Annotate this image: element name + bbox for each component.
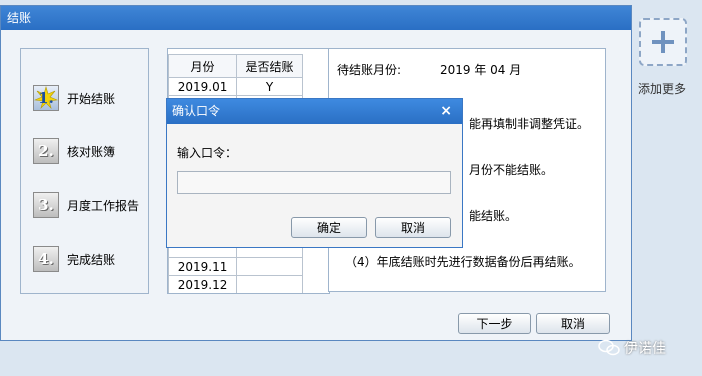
step-label: 核对账簿: [67, 144, 116, 159]
watermark-text: 伊诺佳: [624, 341, 666, 357]
password-input[interactable]: [177, 171, 451, 194]
closed-status-cell: [236, 275, 303, 293]
step-1-icon: 1.: [33, 85, 59, 111]
closed-status-cell: [236, 257, 303, 276]
step-start-closing: 1. 开始结账: [33, 84, 115, 112]
closed-status-cell: Y: [236, 77, 303, 96]
cancel-button[interactable]: 取消: [536, 313, 610, 334]
table-row[interactable]: 2019.01 Y: [168, 77, 303, 96]
watermark: 伊诺佳: [598, 338, 666, 358]
next-step-button[interactable]: 下一步: [458, 313, 531, 334]
window-title: 结账: [1, 6, 631, 30]
column-header-closed: 是否结账: [236, 54, 303, 78]
steps-panel: 1. 开始结账 2. 核对账簿 3. 月度工作报告 4. 完成结账: [20, 48, 149, 294]
add-more-button[interactable]: [639, 18, 687, 66]
close-icon[interactable]: ×: [440, 99, 452, 124]
step-finish-closing: 4. 完成结账: [33, 245, 115, 273]
password-prompt-label: 输入口令：: [177, 146, 238, 160]
add-more-label: 添加更多: [638, 82, 687, 96]
note-2: 月份不能结账。: [469, 163, 554, 177]
step-4-icon: 4.: [33, 246, 59, 272]
column-header-month: 月份: [168, 54, 238, 78]
note-1: 能再填制非调整凭证。: [469, 117, 590, 131]
plus-icon: [652, 31, 674, 53]
note-4: （4）年底结账时先进行数据备份后再结账。: [345, 255, 581, 269]
table-row[interactable]: 2019.11: [168, 257, 303, 276]
wechat-icon: [598, 339, 620, 356]
pending-month-label: 待结账月份:: [337, 63, 402, 77]
note-3: 能结账。: [469, 209, 518, 223]
month-cell: 2019.11: [168, 257, 238, 276]
step-2-icon: 2.: [33, 138, 59, 164]
step-label: 完成结账: [67, 252, 116, 267]
month-cell: 2019.01: [168, 77, 238, 96]
password-cancel-button[interactable]: 取消: [375, 217, 451, 238]
password-dialog: 确认口令 × 输入口令： 确定 取消: [166, 98, 463, 248]
password-ok-button[interactable]: 确定: [291, 217, 367, 238]
month-cell: 2019.12: [168, 275, 238, 293]
step-label: 月度工作报告: [67, 198, 140, 213]
password-dialog-title-text: 确认口令: [172, 104, 221, 118]
step-label: 开始结账: [67, 91, 116, 106]
step-monthly-report: 3. 月度工作报告: [33, 191, 139, 219]
pending-month-value: 2019 年 04 月: [440, 63, 522, 77]
step-verify-ledgers: 2. 核对账簿: [33, 137, 115, 165]
step-3-icon: 3.: [33, 192, 59, 218]
table-row[interactable]: 2019.12: [168, 275, 303, 293]
password-dialog-title: 确认口令 ×: [167, 99, 462, 124]
